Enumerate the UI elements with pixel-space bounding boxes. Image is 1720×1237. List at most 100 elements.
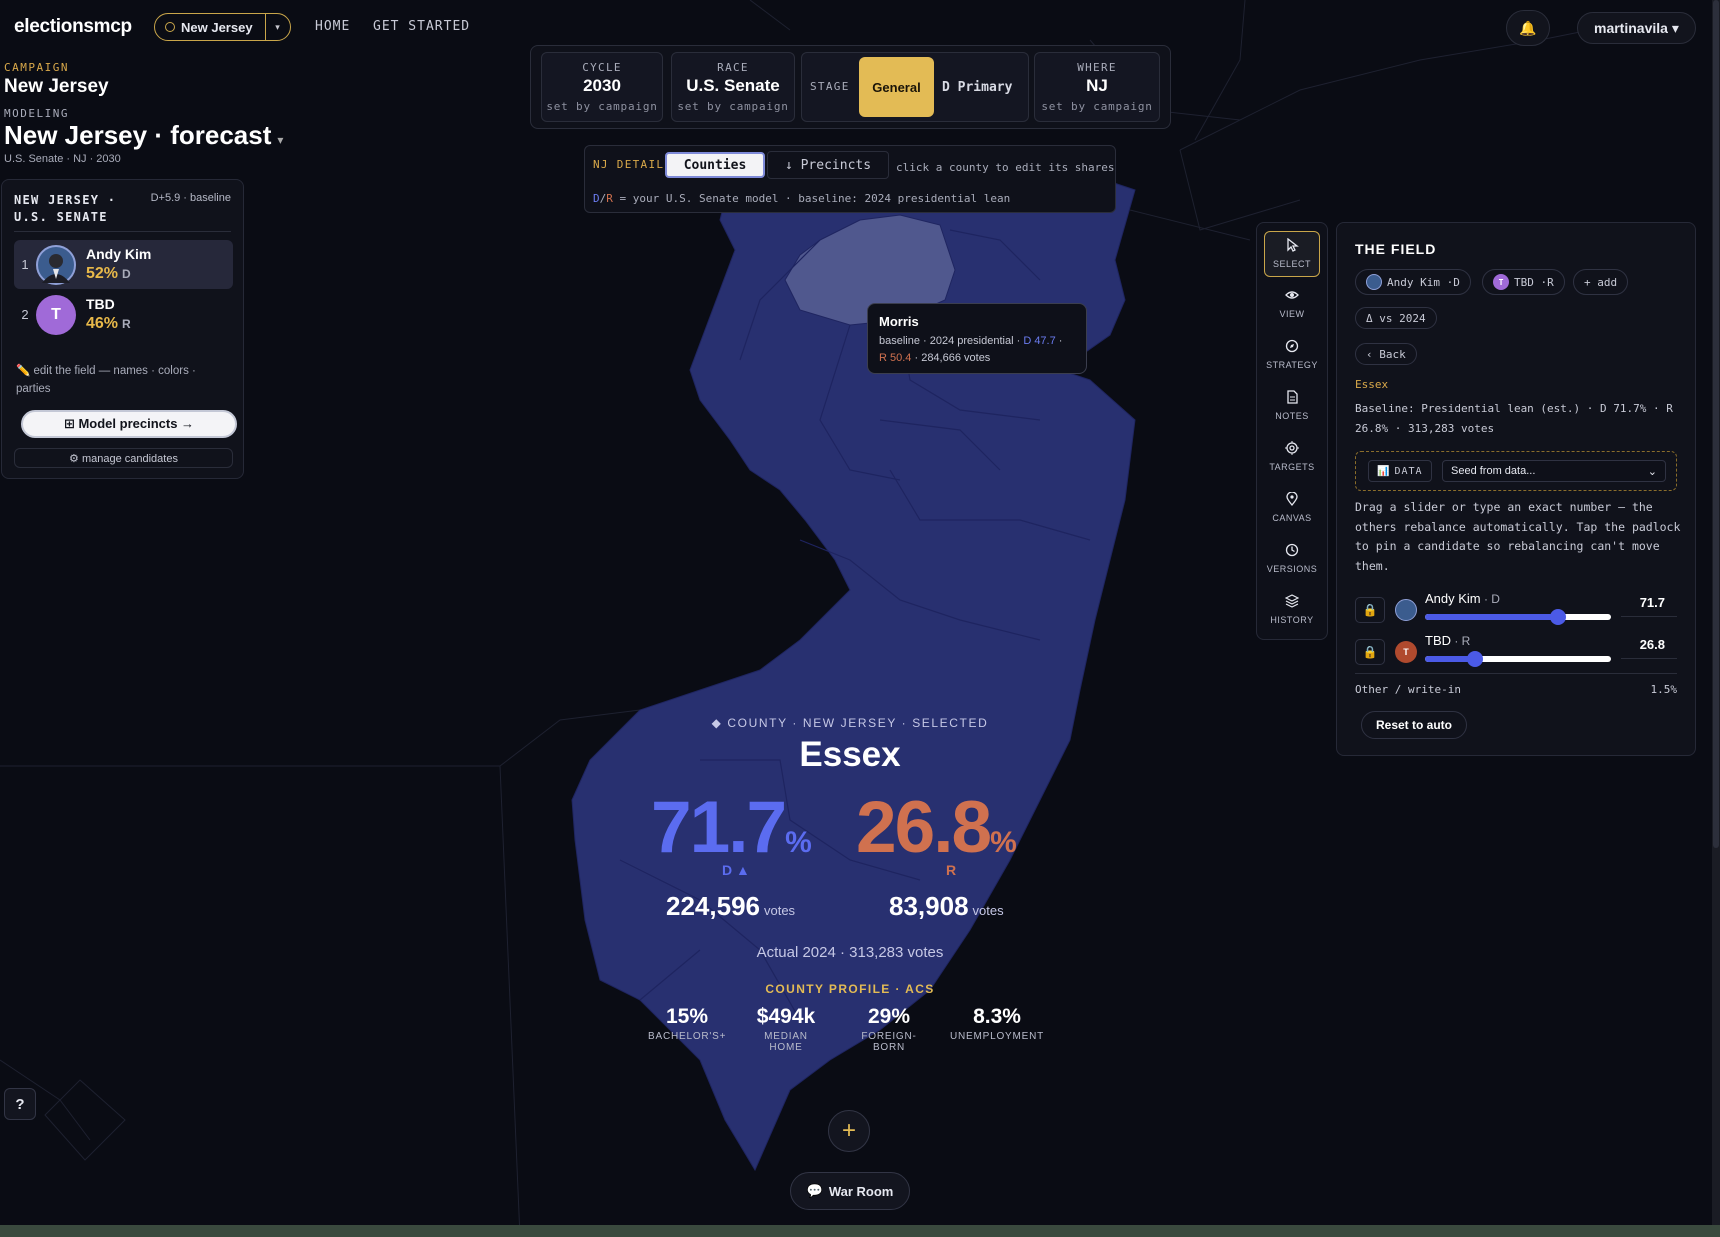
back-button[interactable]: ‹ Back [1355, 343, 1417, 365]
avatar [36, 244, 76, 285]
bell-icon[interactable]: 🔔 [1506, 10, 1550, 46]
tool-targets[interactable]: TARGETS [1264, 435, 1320, 479]
d-votes: 224,596 votes [666, 891, 795, 922]
panel-title: NEW JERSEY · U.S. SENATE [14, 193, 117, 224]
candidates-panel: NEW JERSEY · U.S. SENATE D+5.9 · baselin… [1, 179, 244, 479]
data-chip-label: DATA [1394, 465, 1423, 477]
state-selector-label: New Jersey [181, 19, 253, 35]
slider-track[interactable] [1425, 651, 1611, 667]
model-precincts-button[interactable]: ⊞ Model precincts → [21, 410, 237, 438]
tool-view[interactable]: VIEW [1264, 282, 1320, 326]
tool-label: NOTES [1275, 411, 1309, 421]
nav-get-started[interactable]: GET STARTED [373, 19, 470, 34]
tool-notes[interactable]: NOTES [1264, 384, 1320, 428]
seed-select[interactable]: Seed from data... ⌄ [1442, 460, 1666, 482]
slider-track[interactable] [1425, 609, 1611, 625]
other-value: 1.5% [1650, 683, 1678, 696]
race-sub: set by campaign [677, 100, 789, 113]
r-share: 26.8% [856, 786, 1017, 869]
add-candidate-button[interactable]: + add [1573, 269, 1629, 295]
baseline-text: Baseline: Presidential lean (est.) · D 7… [1355, 402, 1673, 435]
share-input[interactable]: 71.7 [1621, 595, 1677, 617]
stat-foreign-born: 29% FOREIGN-BORN [846, 1005, 932, 1053]
tool-history[interactable]: HISTORY [1264, 588, 1320, 632]
chip-andy-kim[interactable]: Andy Kim ·D [1355, 269, 1471, 295]
chat-icon: 💬 [806, 1183, 823, 1198]
tool-label: VIEW [1279, 309, 1305, 319]
baseline-badge: D+5.9 · baseline [150, 192, 231, 204]
state-selector[interactable]: New Jersey ▾ [154, 13, 291, 41]
reset-to-auto-button[interactable]: Reset to auto [1361, 711, 1467, 739]
votes-word: votes [763, 903, 796, 918]
slider-name: Andy Kim · D [1425, 591, 1500, 606]
user-menu[interactable]: martinavila ▾ [1577, 12, 1696, 44]
war-room-button[interactable]: 💬 War Room [790, 1172, 910, 1210]
cycle-value: 2030 [583, 76, 621, 95]
stage-d-primary-button[interactable]: D Primary [942, 80, 1012, 95]
tool-label: STRATEGY [1266, 360, 1318, 370]
lock-icon[interactable]: 🔒 [1355, 597, 1385, 623]
stage-general-button[interactable]: General [859, 57, 934, 117]
war-room-label: War Room [828, 1183, 894, 1199]
delta-vs-2024-toggle[interactable]: Δ vs 2024 [1355, 307, 1437, 329]
avatar: T [1493, 274, 1509, 290]
edit-field-link[interactable]: ✏️ edit the field — names · colors · par… [16, 362, 226, 398]
tool-select[interactable]: SELECT [1264, 231, 1320, 277]
slider-row: 🔒 T TBD · R 26.8 [1355, 633, 1677, 667]
model-title[interactable]: New Jersey · forecast ▾ [4, 120, 283, 151]
tooltip-body: baseline · 2024 presidential · D 47.7 · R… [879, 333, 1075, 367]
add-button[interactable]: + [828, 1110, 870, 1152]
chart-icon: 📊 [1377, 465, 1391, 477]
chevron-down-icon[interactable]: ▾ [277, 133, 283, 147]
avatar: T [1395, 641, 1417, 663]
candidate-row[interactable]: 2 T TBD 46% R [14, 290, 233, 339]
where-selector[interactable]: WHERE NJ set by campaign [1034, 52, 1160, 122]
tab-precincts[interactable]: ↓ Precincts [767, 151, 889, 179]
context-selector-bar: CYCLE 2030 set by campaign RACE U.S. Sen… [530, 45, 1171, 129]
actual-votes: Actual 2024 · 313,283 votes [756, 944, 944, 961]
help-button[interactable]: ? [4, 1088, 36, 1120]
model-subtitle: U.S. Senate · NJ · 2030 [4, 153, 121, 165]
slider-handle[interactable] [1550, 609, 1567, 625]
campaign-label: CAMPAIGN [4, 61, 69, 74]
where-label: WHERE [1077, 61, 1117, 74]
modeling-label: MODELING [4, 107, 69, 120]
manage-candidates-button[interactable]: ⚙ manage candidates [14, 448, 233, 468]
share-input[interactable]: 26.8 [1621, 637, 1677, 659]
nj-detail-panel: NJ DETAIL Counties ↓ Precincts click a c… [584, 145, 1116, 213]
candidate-party: R [122, 317, 131, 331]
chevron-down-icon[interactable]: ▾ [266, 22, 290, 33]
note-icon [1287, 390, 1298, 404]
chevron-down-icon: ⌄ [1647, 465, 1657, 478]
model-name: New Jersey · forecast [4, 120, 272, 150]
eye-icon [1285, 291, 1299, 299]
candidate-row[interactable]: 1 Andy Kim 52% D [14, 240, 233, 289]
d-votes-value: 224,596 [666, 891, 760, 921]
race-selector[interactable]: RACE U.S. Senate set by campaign [671, 52, 795, 122]
tool-strategy[interactable]: STRATEGY [1264, 333, 1320, 377]
cycle-label: CYCLE [582, 61, 622, 74]
tool-versions[interactable]: VERSIONS [1264, 537, 1320, 581]
legend-r: R [606, 192, 613, 205]
stat-value: 29% [867, 1005, 911, 1028]
instructions: Drag a slider or type an exact number — … [1355, 500, 1681, 573]
nav-home[interactable]: HOME [315, 19, 350, 34]
chip-tbd[interactable]: T TBD ·R [1482, 269, 1565, 295]
slider-handle[interactable] [1466, 651, 1483, 667]
pct-sign: % [990, 826, 1017, 859]
slider-name-text: Andy Kim [1425, 591, 1481, 606]
lock-icon[interactable]: 🔒 [1355, 639, 1385, 665]
legend-text: = your U.S. Senate model · baseline: 202… [612, 192, 1011, 205]
avatar [1366, 274, 1382, 290]
scrollbar-thumb[interactable] [1713, 0, 1719, 848]
slider-fill [1425, 614, 1559, 620]
stage-label: STAGE [810, 80, 850, 93]
app-logo[interactable]: electionsmcp [14, 16, 132, 38]
cycle-selector[interactable]: CYCLE 2030 set by campaign [541, 52, 663, 122]
tool-canvas[interactable]: CANVAS [1264, 486, 1320, 530]
candidate-rank: 1 [21, 257, 29, 272]
stat-value: 8.3% [973, 1005, 1021, 1028]
tab-counties[interactable]: Counties [665, 152, 765, 178]
r-label: R [946, 862, 957, 878]
field-title: THE FIELD [1355, 241, 1437, 257]
